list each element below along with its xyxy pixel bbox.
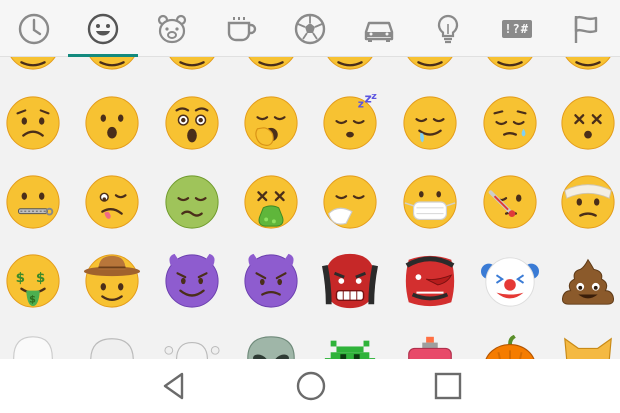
tab-smileys[interactable] [68,0,139,57]
tab-animals[interactable] [137,0,207,57]
emoji-partial[interactable] [162,57,222,73]
cup-icon [224,12,258,46]
smiling-face-with-horns[interactable] [162,251,222,311]
astonished-face[interactable] [162,93,222,153]
skull-and-crossbones[interactable] [162,330,222,359]
zipper-mouth-face[interactable] [3,172,63,232]
cowboy-hat-face[interactable] [82,251,142,311]
home-circle-icon [294,369,328,403]
emoji-partial[interactable] [320,57,380,73]
nauseated-face[interactable] [162,172,222,232]
alien-monster[interactable] [320,330,380,359]
clock-icon [17,12,51,46]
svg-text:$: $ [29,294,36,305]
sneezing-face[interactable] [320,172,380,232]
drooling-face[interactable] [400,93,460,153]
sleepy-face[interactable] [480,93,540,153]
tab-activity[interactable] [275,0,345,57]
home-button[interactable] [287,368,335,404]
pile-of-poo[interactable] [558,251,618,311]
tab-objects[interactable] [413,0,483,57]
smiley-icon [86,12,120,46]
yawning-face[interactable] [241,93,301,153]
system-navigation-bar [0,359,620,413]
woozy-face[interactable] [82,172,142,232]
lightbulb-icon [431,12,465,46]
clown-face[interactable] [480,251,540,311]
ghost[interactable] [3,330,63,359]
cat-face[interactable] [558,330,618,359]
emoji-partial[interactable] [3,57,63,73]
back-triangle-icon [157,369,191,403]
emoji-partial[interactable] [241,57,301,73]
symbols-label: !?# [504,21,529,36]
recents-square-icon [431,369,465,403]
svg-text:z: z [358,98,364,111]
hushed-face[interactable] [82,93,142,153]
flag-icon [569,12,603,46]
jack-o-lantern[interactable] [480,330,540,359]
tab-recent[interactable] [0,0,69,57]
emoji-row: $ $ $ [0,251,620,321]
face-with-thermometer[interactable] [480,172,540,232]
symbols-icon: !?# [500,12,534,46]
emoji-category-bar: !?# [0,0,620,57]
angry-face-with-horns[interactable] [241,251,301,311]
tab-food[interactable] [206,0,276,57]
back-button[interactable] [150,368,198,404]
skull[interactable] [82,330,142,359]
emoji-grid: z z z $ $ $ [0,57,620,359]
goblin[interactable] [400,251,460,311]
emoji-row-partial [0,57,620,83]
car-icon [362,12,396,46]
sleeping-face[interactable]: zzz [320,93,380,153]
ogre[interactable] [320,251,380,311]
emoji-partial[interactable] [558,57,618,73]
recents-button[interactable] [424,368,472,404]
emoji-row: zzz [0,93,620,163]
svg-text:$: $ [16,270,25,286]
svg-text:$: $ [36,270,45,286]
emoji-partial[interactable] [82,57,142,73]
dizzy-face[interactable] [558,93,618,153]
emoji-row [0,172,620,242]
emoji-partial[interactable] [400,57,460,73]
soccer-ball-icon [293,12,327,46]
bear-icon [155,12,189,46]
emoji-partial[interactable] [480,57,540,73]
vomiting-face[interactable] [241,172,301,232]
emoji-row [0,330,620,359]
face-with-head-bandage[interactable] [558,172,618,232]
tab-symbols[interactable]: !?# [482,0,552,57]
tab-travel[interactable] [344,0,414,57]
alien[interactable] [241,330,301,359]
face-with-medical-mask[interactable] [400,172,460,232]
robot[interactable] [400,330,460,359]
tab-flags[interactable] [551,0,620,57]
money-mouth-face[interactable]: $ $ $ [3,251,63,311]
worried-face[interactable] [3,93,63,153]
svg-text:z: z [371,94,377,102]
